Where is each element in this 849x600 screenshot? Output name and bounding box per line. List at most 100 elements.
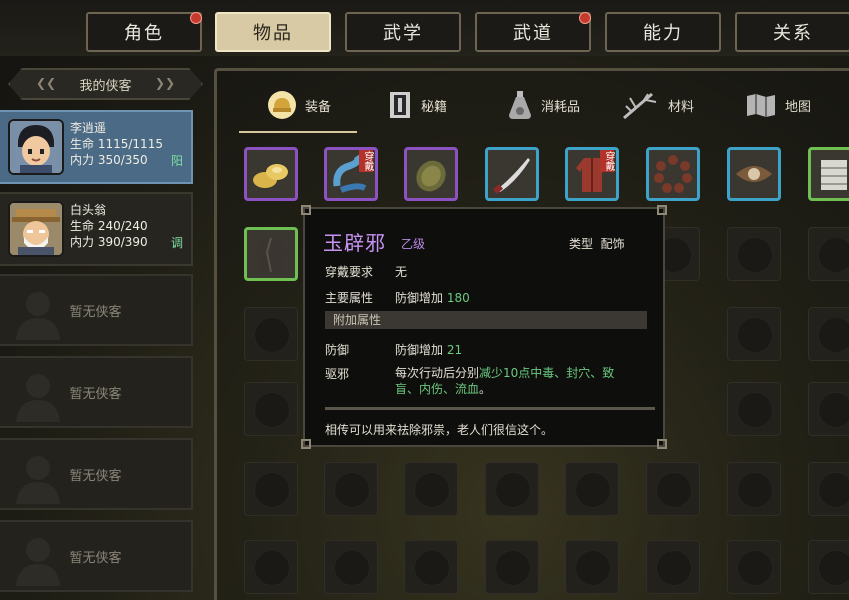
hp-label: 生命 — [70, 137, 95, 151]
eye-amulet-icon — [736, 166, 772, 182]
type-label: 类型 — [569, 237, 594, 251]
category-label: 材料 — [668, 99, 695, 115]
main-attribute-label: 主要属性 — [325, 291, 374, 305]
type-value: 配饰 — [600, 237, 625, 251]
empty-inventory-slot[interactable] — [646, 462, 700, 516]
empty-inventory-slot[interactable] — [808, 462, 849, 516]
inventory-slot[interactable]: 穿戴 — [565, 147, 619, 201]
inventory-slot[interactable] — [727, 147, 781, 201]
empty-inventory-slot[interactable] — [727, 382, 781, 436]
gold-ingots-icon — [253, 164, 288, 188]
tab-label: 角色 — [124, 23, 164, 44]
empty-inventory-slot[interactable] — [244, 540, 298, 594]
hp-value: 1115/1115 — [97, 137, 163, 151]
bandage-icon — [821, 160, 847, 190]
hp-value: 240/240 — [97, 219, 148, 233]
chevron-right-icon[interactable]: ❯❯ — [155, 76, 175, 90]
ward-effect-cont: 盲、内伤、流血 — [395, 382, 480, 396]
worn-badge: 穿戴 — [359, 150, 373, 172]
empty-party-slot[interactable]: 暂无侠客 — [0, 520, 193, 592]
ward-effect: 减少10点中毒、封穴、致 — [479, 366, 615, 380]
tab-martial-way[interactable]: 武道 — [475, 12, 591, 52]
party-panel: ❮❮ 我的侠客 ❯❯ 李逍遥 生命 1115/1115 内力 350/350 阳 — [0, 64, 205, 600]
inventory-slot[interactable] — [485, 147, 539, 201]
empty-inventory-slot[interactable] — [808, 382, 849, 436]
defense-number: 21 — [446, 343, 463, 357]
tab-abilities[interactable]: 能力 — [605, 12, 721, 52]
empty-slot-label: 暂无侠客 — [69, 550, 122, 566]
mp-label: 内力 — [70, 235, 95, 249]
empty-inventory-slot[interactable] — [727, 540, 781, 594]
empty-inventory-slot[interactable] — [808, 227, 849, 281]
dark-robe-icon — [255, 237, 287, 273]
requirement-value: 无 — [395, 265, 408, 279]
tooltip-corner — [301, 205, 311, 215]
category-materials[interactable]: 材料 — [622, 85, 694, 125]
inventory-slot[interactable] — [646, 147, 700, 201]
empty-inventory-slot[interactable] — [727, 227, 781, 281]
chevron-left-icon[interactable]: ❮❮ — [36, 76, 56, 90]
category-manuals[interactable]: 秘籍 — [387, 85, 447, 125]
empty-inventory-slot[interactable] — [244, 382, 298, 436]
inventory-slot[interactable]: 穿戴 — [324, 147, 378, 201]
notification-dot — [190, 12, 202, 24]
empty-inventory-slot[interactable] — [808, 307, 849, 361]
talisman-icon — [416, 160, 446, 192]
tab-relations[interactable]: 关系 — [735, 12, 849, 52]
active-category-underline — [239, 131, 357, 133]
tab-martial-arts[interactable]: 武学 — [345, 12, 461, 52]
character-portrait — [8, 201, 64, 257]
party-member-card[interactable]: 李逍遥 生命 1115/1115 内力 350/350 阳 — [0, 110, 193, 184]
item-grade: 乙级 — [401, 237, 426, 251]
tab-label: 关系 — [773, 23, 813, 44]
empty-inventory-slot[interactable] — [244, 462, 298, 516]
member-name: 白头翁 — [70, 203, 107, 217]
potion-icon — [509, 91, 531, 119]
notification-dot — [579, 12, 591, 24]
empty-inventory-slot[interactable] — [727, 307, 781, 361]
tab-label: 武道 — [513, 23, 553, 44]
defense-row: 防御 防御增加 21 — [325, 341, 462, 358]
empty-inventory-slot[interactable] — [565, 540, 619, 594]
empty-inventory-slot[interactable] — [404, 540, 458, 594]
inventory-slot[interactable] — [244, 227, 298, 281]
inventory-slot[interactable] — [404, 147, 458, 201]
character-portrait — [8, 119, 64, 175]
category-equipment[interactable]: 装备 — [267, 85, 331, 125]
empty-inventory-slot[interactable] — [324, 462, 378, 516]
empty-party-slot[interactable]: 暂无侠客 — [0, 274, 193, 346]
silhouette-icon — [16, 374, 60, 422]
empty-inventory-slot[interactable] — [808, 540, 849, 594]
party-member-card[interactable]: 白头翁 生命 240/240 内力 390/390 调 — [0, 192, 193, 266]
tooltip-corner — [301, 439, 311, 449]
main-attribute-value: 防御增加 — [395, 291, 444, 305]
category-label: 秘籍 — [421, 99, 448, 115]
empty-inventory-slot[interactable] — [727, 462, 781, 516]
inventory-slot[interactable] — [244, 147, 298, 201]
hp-label: 生命 — [70, 219, 95, 233]
category-maps[interactable]: 地图 — [745, 85, 811, 125]
empty-inventory-slot[interactable] — [324, 540, 378, 594]
tab-items[interactable]: 物品 — [215, 12, 331, 52]
inventory-slot[interactable] — [808, 147, 849, 201]
empty-inventory-slot[interactable] — [244, 307, 298, 361]
herb-icon — [623, 92, 657, 120]
mp-value: 350/350 — [97, 153, 148, 167]
empty-party-slot[interactable]: 暂无侠客 — [0, 356, 193, 428]
prayer-beads-icon — [654, 155, 692, 193]
tab-character[interactable]: 角色 — [86, 12, 202, 52]
empty-party-slot[interactable]: 暂无侠客 — [0, 438, 193, 510]
empty-inventory-slot[interactable] — [485, 540, 539, 594]
book-icon — [390, 92, 410, 118]
empty-inventory-slot[interactable] — [485, 462, 539, 516]
tooltip-corner — [657, 205, 667, 215]
category-consumables[interactable]: 消耗品 — [507, 85, 580, 125]
item-tooltip: 玉辟邪 乙级 类型 配饰 穿戴要求 无 主要属性 防御增加 180 附加属性 防… — [301, 205, 667, 449]
tooltip-divider — [325, 407, 655, 410]
category-label: 地图 — [785, 99, 812, 115]
party-header-label: 我的侠客 — [79, 78, 132, 94]
empty-inventory-slot[interactable] — [646, 540, 700, 594]
tab-label: 能力 — [643, 23, 683, 44]
empty-inventory-slot[interactable] — [404, 462, 458, 516]
empty-inventory-slot[interactable] — [565, 462, 619, 516]
